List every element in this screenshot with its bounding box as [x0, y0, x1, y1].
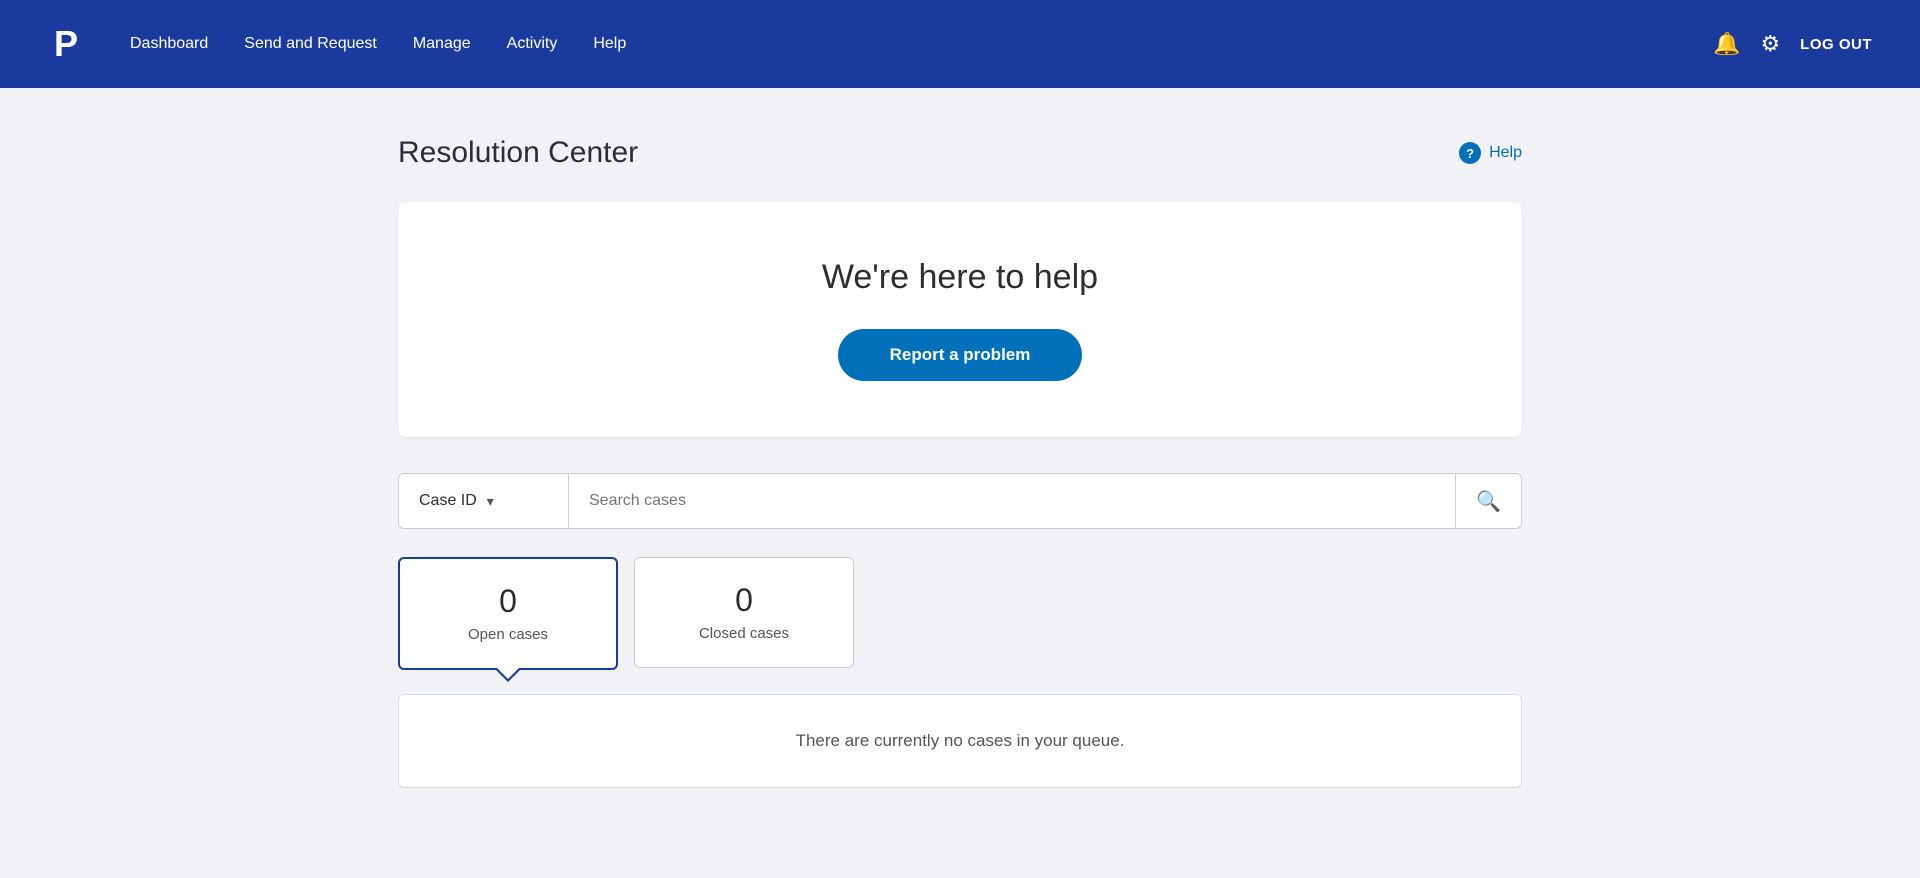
settings-icon[interactable]: ⚙ [1760, 31, 1780, 57]
help-link-label: Help [1489, 144, 1522, 162]
page-title: Resolution Center [398, 136, 638, 170]
search-input[interactable] [589, 492, 1435, 510]
search-input-wrapper [569, 474, 1455, 528]
notification-icon[interactable]: 🔔 [1713, 31, 1740, 57]
tab-closed-cases[interactable]: 0 Closed cases [634, 557, 854, 668]
closed-cases-label: Closed cases [699, 625, 789, 642]
nav-help[interactable]: Help [593, 35, 626, 53]
search-dropdown[interactable]: Case ID ▾ [399, 474, 569, 528]
nav-manage[interactable]: Manage [413, 35, 471, 53]
search-button[interactable]: 🔍 [1455, 474, 1521, 528]
open-cases-count: 0 [440, 583, 576, 620]
svg-text:P: P [54, 23, 78, 64]
open-cases-label: Open cases [468, 626, 548, 643]
navbar: P Dashboard Send and Request Manage Acti… [0, 0, 1920, 88]
hero-card: We're here to help Report a problem [398, 202, 1522, 437]
page-header: Resolution Center ? Help [398, 136, 1522, 170]
closed-cases-count: 0 [675, 582, 813, 619]
nav-send-request[interactable]: Send and Request [244, 35, 377, 53]
help-circle-icon: ? [1459, 142, 1481, 164]
paypal-logo[interactable]: P [48, 23, 90, 65]
navbar-right: 🔔 ⚙ LOG OUT [1713, 31, 1872, 57]
hero-title: We're here to help [438, 258, 1482, 297]
search-dropdown-label: Case ID [419, 492, 477, 510]
help-link[interactable]: ? Help [1459, 142, 1522, 164]
nav-links: Dashboard Send and Request Manage Activi… [130, 35, 1713, 53]
chevron-down-icon: ▾ [487, 493, 494, 510]
case-tabs: 0 Open cases 0 Closed cases [398, 557, 1522, 670]
search-bar: Case ID ▾ 🔍 [398, 473, 1522, 529]
main-content: Resolution Center ? Help We're here to h… [350, 88, 1570, 828]
logout-button[interactable]: LOG OUT [1800, 36, 1872, 53]
empty-state-card: There are currently no cases in your que… [398, 694, 1522, 788]
tab-open-cases[interactable]: 0 Open cases [398, 557, 618, 670]
nav-activity[interactable]: Activity [507, 35, 558, 53]
search-icon: 🔍 [1476, 489, 1501, 514]
nav-dashboard[interactable]: Dashboard [130, 35, 208, 53]
empty-state-message: There are currently no cases in your que… [796, 731, 1125, 750]
report-problem-button[interactable]: Report a problem [838, 329, 1083, 381]
